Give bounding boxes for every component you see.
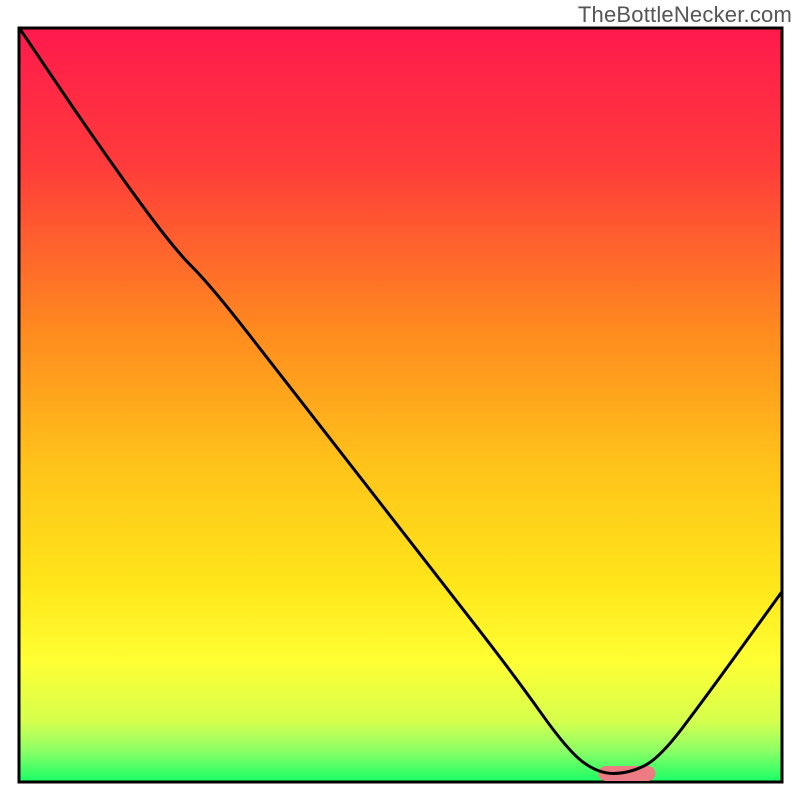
bottleneck-chart: TheBottleNecker.com — [0, 0, 800, 800]
plot-area — [19, 28, 782, 782]
watermark: TheBottleNecker.com — [578, 2, 792, 28]
gradient-background — [20, 29, 781, 781]
chart-svg — [0, 0, 800, 800]
